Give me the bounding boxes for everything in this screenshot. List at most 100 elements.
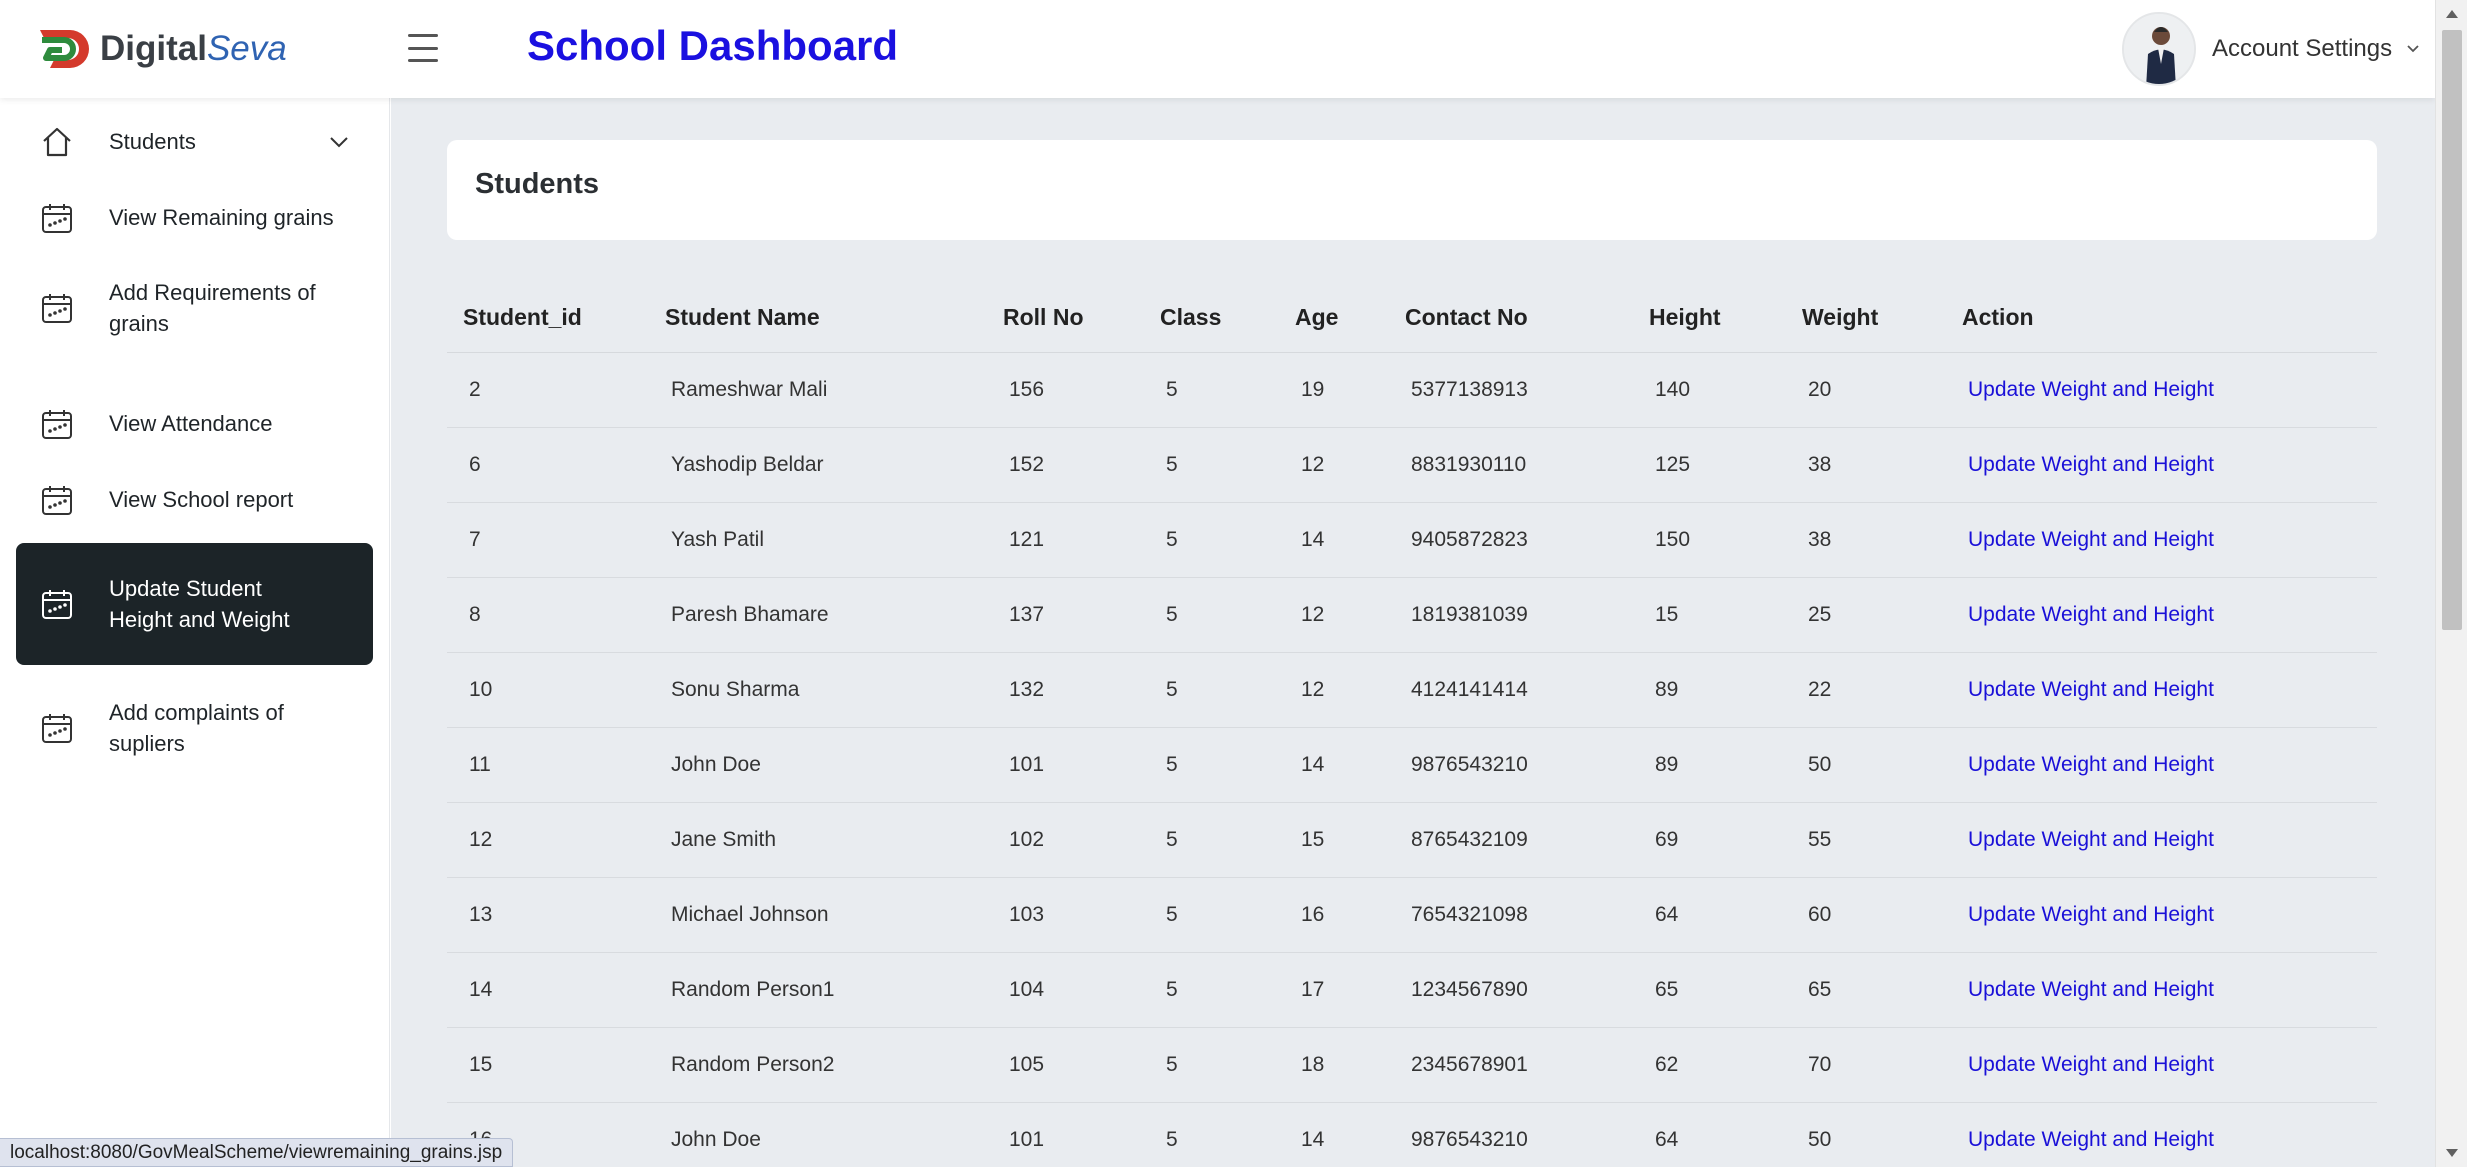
table-cell: 70 bbox=[1802, 1027, 1962, 1103]
update-weight-and-height-link[interactable]: Update Weight and Height bbox=[1968, 453, 2214, 476]
link-status-bar: localhost:8080/GovMealScheme/viewremaini… bbox=[0, 1138, 514, 1167]
table-cell: 132 bbox=[1003, 652, 1160, 728]
table-cell: 5 bbox=[1160, 952, 1295, 1028]
table-cell: 18 bbox=[1295, 1027, 1405, 1103]
table-cell: 6 bbox=[447, 427, 665, 503]
sidebar-item-add-requirements-of-grains[interactable]: Add Requirements of grains bbox=[16, 273, 373, 343]
sidebar-item-view-attendance[interactable]: View Attendance bbox=[16, 396, 373, 452]
table-cell: Update Weight and Height bbox=[1962, 652, 2377, 728]
column-header[interactable]: Weight bbox=[1802, 284, 1962, 353]
calendar-icon bbox=[42, 486, 72, 515]
table-cell: 10 bbox=[447, 652, 665, 728]
table-cell: Update Weight and Height bbox=[1962, 427, 2377, 503]
table-cell: 13 bbox=[447, 877, 665, 953]
sidebar-item-view-school-report[interactable]: View School report bbox=[16, 472, 373, 528]
scroll-down-icon[interactable] bbox=[2446, 1149, 2458, 1157]
table-row: 6 Yashodip Beldar 152 5 12 8831930110 125 38 Upd… bbox=[447, 427, 2377, 503]
column-header[interactable]: Age bbox=[1295, 284, 1405, 353]
table-cell: 5 bbox=[1160, 352, 1295, 428]
user-avatar-icon bbox=[2124, 14, 2194, 84]
table-cell: 140 bbox=[1649, 352, 1802, 428]
table-cell: Update Weight and Height bbox=[1962, 352, 2377, 428]
table-cell: 50 bbox=[1802, 727, 1962, 803]
column-header[interactable]: Height bbox=[1649, 284, 1802, 353]
menu-toggle-icon[interactable] bbox=[408, 34, 438, 62]
sidebar-item-label: View Remaining grains bbox=[109, 205, 334, 230]
update-weight-and-height-link[interactable]: Update Weight and Height bbox=[1968, 753, 2214, 776]
update-weight-and-height-link[interactable]: Update Weight and Height bbox=[1968, 978, 2214, 1001]
table-cell: Update Weight and Height bbox=[1962, 877, 2377, 953]
table-cell: Jane Smith bbox=[665, 802, 1003, 878]
table-cell: 9405872823 bbox=[1405, 502, 1649, 578]
update-weight-and-height-link[interactable]: Update Weight and Height bbox=[1968, 678, 2214, 701]
table-cell: 17 bbox=[1295, 952, 1405, 1028]
page-scrollbar[interactable] bbox=[2435, 0, 2467, 1167]
table-cell: 12 bbox=[1295, 427, 1405, 503]
table-cell: 64 bbox=[1649, 1102, 1802, 1167]
update-weight-and-height-link[interactable]: Update Weight and Height bbox=[1968, 378, 2214, 401]
table-cell: 89 bbox=[1649, 727, 1802, 803]
sidebar-item-label: Students bbox=[109, 129, 196, 154]
table-cell: Update Weight and Height bbox=[1962, 1102, 2377, 1167]
sidebar-item-label: Add Requirements of grains bbox=[109, 280, 316, 336]
sidebar-item-update-student-height-and-weight[interactable]: Update Student Height and Weight bbox=[16, 543, 373, 665]
table-cell: Update Weight and Height bbox=[1962, 802, 2377, 878]
calendar-icon bbox=[42, 714, 72, 743]
home-icon bbox=[43, 127, 71, 157]
update-weight-and-height-link[interactable]: Update Weight and Height bbox=[1968, 528, 2214, 551]
brand-name-primary: Digital bbox=[100, 29, 207, 68]
column-header[interactable]: Roll No bbox=[1003, 284, 1160, 353]
column-header[interactable]: Class bbox=[1160, 284, 1295, 353]
column-header[interactable]: Student_id bbox=[447, 284, 665, 353]
table-cell: 5 bbox=[1160, 802, 1295, 878]
update-weight-and-height-link[interactable]: Update Weight and Height bbox=[1968, 603, 2214, 626]
table-cell: Update Weight and Height bbox=[1962, 502, 2377, 578]
table-cell: 2345678901 bbox=[1405, 1027, 1649, 1103]
column-header[interactable]: Contact No bbox=[1405, 284, 1649, 353]
table-cell: Random Person2 bbox=[665, 1027, 1003, 1103]
chevron-down-icon[interactable] bbox=[328, 131, 350, 153]
table-cell: 121 bbox=[1003, 502, 1160, 578]
table-row: 13 Michael Johnson 103 5 16 7654321098 64 60 Upd… bbox=[447, 877, 2377, 953]
table-cell: 89 bbox=[1649, 652, 1802, 728]
table-cell: Sonu Sharma bbox=[665, 652, 1003, 728]
table-cell: 14 bbox=[1295, 502, 1405, 578]
table-cell: 14 bbox=[447, 952, 665, 1028]
column-header[interactable]: Student Name bbox=[665, 284, 1003, 353]
sidebar-item-label: Add complaints of supliers bbox=[109, 700, 284, 756]
sidebar-item-view-remaining-grains[interactable]: View Remaining grains bbox=[16, 190, 373, 246]
table-cell: Yash Patil bbox=[665, 502, 1003, 578]
calendar-icon bbox=[42, 590, 72, 619]
table-cell: 5377138913 bbox=[1405, 352, 1649, 428]
table-cell: John Doe bbox=[665, 727, 1003, 803]
scroll-thumb[interactable] bbox=[2442, 30, 2462, 630]
table-cell: 12 bbox=[1295, 577, 1405, 653]
table-cell: 104 bbox=[1003, 952, 1160, 1028]
table-cell: Michael Johnson bbox=[665, 877, 1003, 953]
table-row: 2 Rameshwar Mali 156 5 19 5377138913 140 20 Upda… bbox=[447, 352, 2377, 428]
table-cell: 9876543210 bbox=[1405, 1102, 1649, 1167]
account-settings-button[interactable]: Account Settings bbox=[2122, 12, 2420, 86]
table-cell: 50 bbox=[1802, 1102, 1962, 1167]
table-row: 15 Random Person2 105 5 18 2345678901 62 70 Upda… bbox=[447, 1027, 2377, 1103]
calendar-icon bbox=[42, 294, 72, 323]
sidebar-item-label: View School report bbox=[109, 487, 294, 512]
update-weight-and-height-link[interactable]: Update Weight and Height bbox=[1968, 1128, 2214, 1151]
students-table: Student_id Student Name Roll No Class Ag… bbox=[447, 284, 2377, 1167]
table-cell: 62 bbox=[1649, 1027, 1802, 1103]
update-weight-and-height-link[interactable]: Update Weight and Height bbox=[1968, 903, 2214, 926]
brand-logo[interactable]: DigitalSeva bbox=[32, 24, 287, 74]
table-cell: 1819381039 bbox=[1405, 577, 1649, 653]
sidebar-item-add-complaints-of-supliers[interactable]: Add complaints of supliers bbox=[16, 693, 373, 763]
table-cell: 5 bbox=[1160, 1027, 1295, 1103]
update-weight-and-height-link[interactable]: Update Weight and Height bbox=[1968, 1053, 2214, 1076]
table-cell: 4124141414 bbox=[1405, 652, 1649, 728]
sidebar-item-students[interactable]: Students bbox=[16, 115, 373, 169]
table-row: 12 Jane Smith 102 5 15 8765432109 69 55 Update W… bbox=[447, 802, 2377, 878]
table-cell: 20 bbox=[1802, 352, 1962, 428]
update-weight-and-height-link[interactable]: Update Weight and Height bbox=[1968, 828, 2214, 851]
scroll-up-icon[interactable] bbox=[2446, 10, 2458, 18]
column-header[interactable]: Action bbox=[1962, 284, 2377, 353]
table-cell: 5 bbox=[1160, 427, 1295, 503]
table-cell: 8 bbox=[447, 577, 665, 653]
